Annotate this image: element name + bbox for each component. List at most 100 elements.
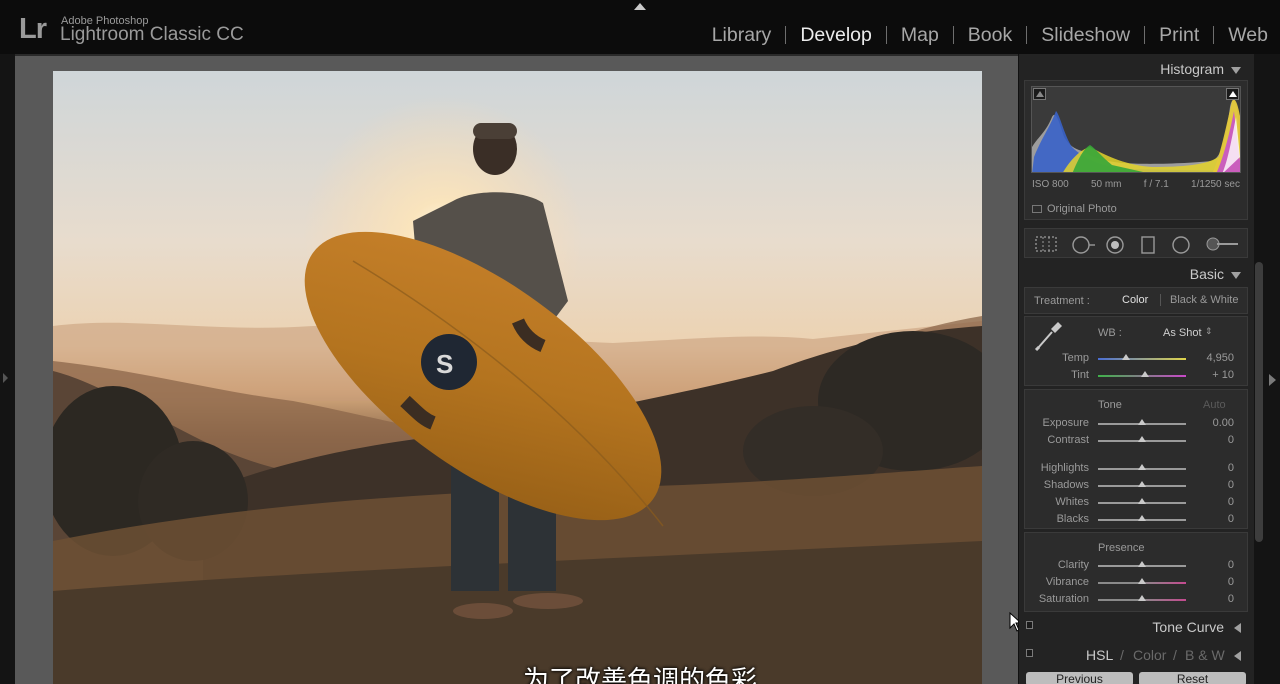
collapse-histogram-icon[interactable] [1231, 67, 1241, 74]
tint-value[interactable]: + 10 [1194, 369, 1234, 381]
spot-removal-icon[interactable] [1070, 236, 1096, 254]
saturation-label: Saturation [1038, 593, 1089, 605]
presence-label: Presence [1098, 542, 1145, 554]
photo-illustration: S [53, 71, 982, 684]
exposure-label: Exposure [1042, 417, 1089, 429]
whites-slider-thumb[interactable] [1138, 498, 1146, 504]
reset-button[interactable]: Reset [1139, 672, 1246, 684]
tint-label: Tint [1071, 369, 1089, 381]
collapse-basic-icon[interactable] [1231, 272, 1241, 279]
temp-label: Temp [1062, 352, 1089, 364]
white-balance-selector-icon[interactable] [1034, 320, 1064, 352]
blacks-value[interactable]: 0 [1194, 513, 1234, 525]
contrast-value[interactable]: 0 [1194, 434, 1234, 446]
module-web[interactable]: Web [1228, 24, 1268, 47]
module-picker: Library Develop Map Book Slideshow Print… [712, 23, 1268, 47]
previous-button[interactable]: Previous [1026, 672, 1133, 684]
saturation-slider-thumb[interactable] [1138, 595, 1146, 601]
histogram-curves [1032, 99, 1240, 172]
radial-filter-icon[interactable] [1171, 236, 1191, 254]
exposure-slider-thumb[interactable] [1138, 419, 1146, 425]
highlight-clipping-toggle-icon[interactable] [1226, 88, 1239, 100]
vibrance-label: Vibrance [1045, 576, 1089, 588]
saturation-value[interactable]: 0 [1194, 593, 1234, 605]
highlights-value[interactable]: 0 [1194, 462, 1234, 474]
top-bar: Lr Adobe Photoshop Lightroom Classic CC … [0, 0, 1280, 54]
treatment-label: Treatment : [1034, 295, 1090, 307]
treatment-separator [1160, 294, 1161, 306]
adjustment-brush-icon[interactable] [1205, 236, 1239, 252]
product-label: Lightroom Classic CC [60, 24, 244, 45]
tone-curve-toggle[interactable] [1026, 621, 1033, 629]
clarity-slider-thumb[interactable] [1138, 561, 1146, 567]
bw-tab[interactable]: B & W [1185, 647, 1225, 663]
right-panel-scrollbar[interactable] [1255, 262, 1263, 542]
tint-slider-thumb[interactable] [1141, 371, 1149, 377]
contrast-slider-thumb[interactable] [1138, 436, 1146, 442]
module-separator [952, 26, 954, 44]
graduated-filter-icon[interactable] [1141, 236, 1155, 254]
temp-slider-thumb[interactable] [1122, 354, 1130, 360]
hsl-panel-header[interactable]: HSL / Color / B & W [1024, 644, 1248, 666]
hsl-toggle[interactable] [1026, 649, 1033, 657]
crop-overlay-icon[interactable] [1035, 236, 1057, 252]
expand-left-panel-icon[interactable] [3, 373, 8, 383]
histogram-graph[interactable] [1031, 86, 1241, 173]
vibrance-value[interactable]: 0 [1194, 576, 1234, 588]
clarity-value[interactable]: 0 [1194, 559, 1234, 571]
original-photo-checkbox[interactable] [1032, 205, 1042, 214]
exif-iso: ISO 800 [1032, 179, 1069, 190]
expand-tone-curve-icon[interactable] [1234, 623, 1241, 633]
original-photo-toggle[interactable]: Original Photo [1032, 203, 1117, 215]
shadows-label: Shadows [1043, 479, 1089, 491]
highlights-label: Highlights [1040, 462, 1089, 474]
exposure-value[interactable]: 0.00 [1194, 417, 1234, 429]
temp-value[interactable]: 4,950 [1194, 352, 1234, 364]
module-separator [1213, 26, 1215, 44]
exif-focal-length: 50 mm [1090, 179, 1122, 190]
module-separator [885, 26, 887, 44]
shadows-value[interactable]: 0 [1194, 479, 1234, 491]
auto-tone-button[interactable]: Auto [1203, 399, 1226, 411]
contrast-label: Contrast [1047, 434, 1089, 446]
tone-curve-panel-header[interactable]: Tone Curve [1024, 616, 1248, 638]
wb-select-chevron-icon[interactable]: ⇕ [1205, 326, 1213, 337]
histogram-panel-header[interactable]: Histogram [1024, 58, 1248, 80]
treatment-bw-option[interactable]: Black & White [1170, 294, 1238, 306]
module-separator [1144, 26, 1146, 44]
module-print[interactable]: Print [1159, 24, 1199, 47]
hsl-tab[interactable]: HSL [1086, 647, 1113, 663]
module-map[interactable]: Map [901, 24, 939, 47]
shadows-slider-thumb[interactable] [1138, 481, 1146, 487]
left-panel-collapsed[interactable] [0, 54, 15, 684]
basic-title: Basic [1189, 266, 1224, 282]
histogram-title: Histogram [1160, 61, 1224, 77]
red-eye-icon[interactable] [1105, 236, 1125, 254]
treatment-color-option[interactable]: Color [1122, 294, 1148, 306]
exif-aperture: f / 7.1 [1143, 179, 1169, 190]
wb-preset-select[interactable]: As Shot [1163, 327, 1202, 339]
photo-preview[interactable]: S [53, 71, 982, 684]
tone-label: Tone [1098, 399, 1122, 411]
hsl-separator: / [1120, 647, 1124, 663]
collapse-right-panel-icon[interactable] [1269, 374, 1276, 386]
svg-text:S: S [436, 349, 453, 379]
shadow-clipping-toggle-icon[interactable] [1033, 88, 1046, 100]
collapse-top-panel-icon[interactable] [634, 3, 646, 10]
basic-panel-header[interactable]: Basic [1024, 263, 1248, 285]
whites-value[interactable]: 0 [1194, 496, 1234, 508]
lightroom-logo: Lr [19, 13, 47, 45]
original-photo-label: Original Photo [1047, 203, 1117, 215]
module-book[interactable]: Book [968, 24, 1012, 47]
module-library[interactable]: Library [712, 24, 772, 47]
highlights-slider-thumb[interactable] [1138, 464, 1146, 470]
module-develop[interactable]: Develop [800, 24, 872, 47]
vibrance-slider-thumb[interactable] [1138, 578, 1146, 584]
temp-slider[interactable] [1098, 358, 1186, 360]
color-tab[interactable]: Color [1133, 647, 1166, 663]
module-slideshow[interactable]: Slideshow [1041, 24, 1130, 47]
whites-label: Whites [1055, 496, 1089, 508]
exif-info: ISO 800 50 mm f / 7.1 1/1250 sec [1032, 179, 1240, 190]
expand-hsl-icon[interactable] [1234, 651, 1241, 661]
blacks-slider-thumb[interactable] [1138, 515, 1146, 521]
